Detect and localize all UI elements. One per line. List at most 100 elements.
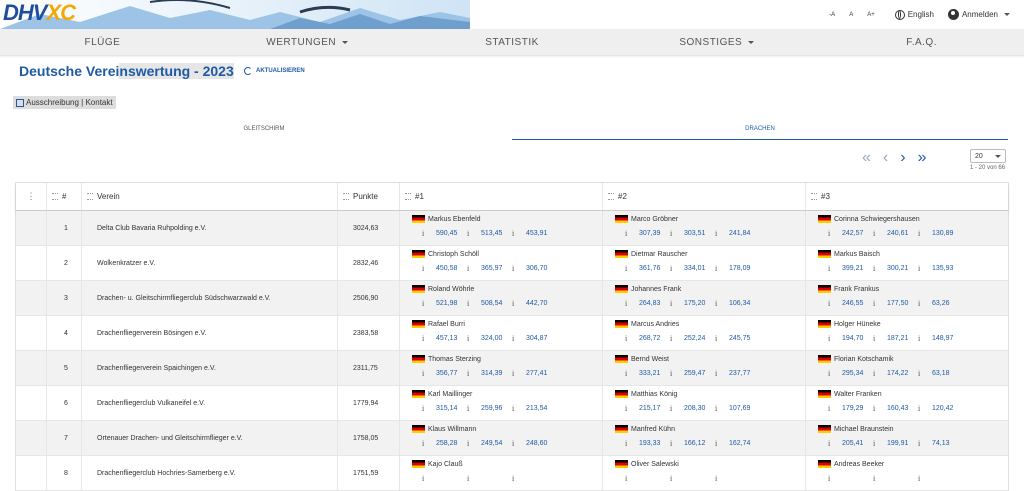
flight-score[interactable]: 521,98: [436, 300, 457, 307]
flight-info-icon[interactable]: i: [873, 299, 887, 308]
tender-link[interactable]: Ausschreibung |: [26, 98, 83, 107]
header-pilot-1[interactable]: #1: [400, 183, 603, 210]
flight-info-icon[interactable]: i: [512, 474, 526, 483]
flight-info-icon[interactable]: i: [467, 264, 481, 273]
flight-info-icon[interactable]: i: [918, 369, 932, 378]
flight-score[interactable]: 295,34: [842, 370, 863, 377]
flight-info-icon[interactable]: i: [625, 369, 639, 378]
flight-info-icon[interactable]: i: [467, 229, 481, 238]
flight-score[interactable]: 442,70: [526, 300, 547, 307]
flight-info-icon[interactable]: i: [422, 474, 436, 483]
flight-score[interactable]: 314,39: [481, 370, 502, 377]
pilot-name[interactable]: Kajo Clauß: [428, 461, 463, 468]
pilot-name[interactable]: Rafael Burri: [428, 321, 465, 328]
pilot-name[interactable]: Marcus Andries: [631, 321, 679, 328]
pilot-name[interactable]: Holger Hüneke: [834, 321, 881, 328]
flight-info-icon[interactable]: i: [512, 369, 526, 378]
flight-score[interactable]: 63,26: [932, 300, 950, 307]
flight-info-icon[interactable]: i: [828, 334, 842, 343]
flight-score[interactable]: 179,29: [842, 405, 863, 412]
flight-info-icon[interactable]: i: [715, 369, 729, 378]
club-cell[interactable]: Drachenfliegerclub Hochries-Samerberg e.…: [82, 456, 338, 490]
flight-score[interactable]: 252,24: [684, 335, 705, 342]
flight-score[interactable]: 160,43: [887, 405, 908, 412]
flight-info-icon[interactable]: i: [715, 264, 729, 273]
flight-score[interactable]: 324,00: [481, 335, 502, 342]
flight-info-icon[interactable]: i: [828, 229, 842, 238]
pilot-name[interactable]: Frank Frankus: [834, 286, 879, 293]
flight-info-icon[interactable]: i: [422, 404, 436, 413]
table-row[interactable]: 1 Delta Club Bavaria Ruhpolding e.V. 3024,…: [16, 211, 1008, 246]
flight-score[interactable]: 130,89: [932, 230, 953, 237]
flight-score[interactable]: 334,01: [684, 265, 705, 272]
flight-info-icon[interactable]: i: [670, 404, 684, 413]
pilot-name[interactable]: Michael Braunstein: [834, 426, 894, 433]
flight-info-icon[interactable]: i: [873, 369, 887, 378]
flight-info-icon[interactable]: i: [715, 439, 729, 448]
flight-score[interactable]: 356,77: [436, 370, 457, 377]
header-pilot-3[interactable]: #3: [806, 183, 1008, 210]
flight-info-icon[interactable]: i: [670, 474, 684, 483]
flight-score[interactable]: 513,45: [481, 230, 502, 237]
font-smaller-button[interactable]: -A: [829, 12, 835, 18]
table-row[interactable]: 4 Drachenfliegerverein Bösingen e.V. 2383,…: [16, 316, 1008, 351]
header-club[interactable]: Verein: [82, 183, 338, 210]
flight-info-icon[interactable]: i: [715, 299, 729, 308]
flight-score[interactable]: 361,76: [639, 265, 660, 272]
flight-info-icon[interactable]: i: [512, 439, 526, 448]
flight-info-icon[interactable]: i: [828, 369, 842, 378]
flight-info-icon[interactable]: i: [918, 264, 932, 273]
flight-info-icon[interactable]: i: [422, 439, 436, 448]
flight-info-icon[interactable]: i: [828, 299, 842, 308]
flight-info-icon[interactable]: i: [873, 264, 887, 273]
table-row[interactable]: 2 Wolkenkratzer e.V. 2832,46 Christoph Schö…: [16, 246, 1008, 281]
flight-score[interactable]: 213,54: [526, 405, 547, 412]
club-cell[interactable]: Drachenfliegerverein Spaichingen e.V.: [82, 351, 338, 385]
pilot-name[interactable]: Oliver Salewski: [631, 461, 679, 468]
flight-score[interactable]: 241,84: [729, 230, 750, 237]
font-larger-button[interactable]: A+: [867, 12, 875, 18]
flight-info-icon[interactable]: i: [512, 299, 526, 308]
flight-info-icon[interactable]: i: [512, 229, 526, 238]
flight-score[interactable]: 174,22: [887, 370, 908, 377]
flight-score[interactable]: 249,54: [481, 440, 502, 447]
flight-info-icon[interactable]: i: [512, 404, 526, 413]
pilot-name[interactable]: Markus Ebenfeld: [428, 216, 481, 223]
flight-score[interactable]: 315,14: [436, 405, 457, 412]
font-normal-button[interactable]: A: [849, 12, 853, 18]
flight-info-icon[interactable]: i: [467, 299, 481, 308]
flight-score[interactable]: 205,41: [842, 440, 863, 447]
pilot-name[interactable]: Walter Franken: [834, 391, 882, 398]
flight-score[interactable]: 258,28: [436, 440, 457, 447]
pilot-name[interactable]: Marco Gröbner: [631, 216, 678, 223]
flight-score[interactable]: 590,45: [436, 230, 457, 237]
flight-score[interactable]: 277,41: [526, 370, 547, 377]
flight-info-icon[interactable]: i: [422, 334, 436, 343]
table-row[interactable]: 3 Drachen- u. Gleitschirmfliegerclub Süds…: [16, 281, 1008, 316]
pilot-name[interactable]: Dietmar Rauscher: [631, 251, 687, 258]
club-cell[interactable]: Drachenfliegerclub Vulkaneifel e.V.: [82, 386, 338, 420]
flight-info-icon[interactable]: i: [625, 404, 639, 413]
dhv-xc-logo[interactable]: DHVXC: [3, 0, 76, 26]
pilot-name[interactable]: Christoph Schöll: [428, 251, 479, 258]
pilot-name[interactable]: Corinna Schwiegershausen: [834, 216, 920, 223]
flight-score[interactable]: 259,96: [481, 405, 502, 412]
flight-info-icon[interactable]: i: [422, 369, 436, 378]
club-cell[interactable]: Delta Club Bavaria Ruhpolding e.V.: [82, 211, 338, 245]
nav-fluege[interactable]: FLÜGE: [0, 29, 205, 55]
flight-info-icon[interactable]: i: [512, 334, 526, 343]
flight-info-icon[interactable]: i: [873, 334, 887, 343]
contact-link[interactable]: Kontakt: [85, 98, 112, 107]
flight-info-icon[interactable]: i: [828, 439, 842, 448]
language-switch[interactable]: English: [894, 9, 934, 20]
flight-info-icon[interactable]: i: [467, 334, 481, 343]
flight-score[interactable]: 304,87: [526, 335, 547, 342]
flight-score[interactable]: 457,13: [436, 335, 457, 342]
flight-score[interactable]: 248,60: [526, 440, 547, 447]
pilot-name[interactable]: Klaus Willmann: [428, 426, 476, 433]
refresh-button[interactable]: AKTUALISIEREN: [244, 67, 305, 75]
flight-score[interactable]: 74,13: [932, 440, 950, 447]
pilot-name[interactable]: Bernd Weist: [631, 356, 669, 363]
pilot-name[interactable]: Matthias König: [631, 391, 677, 398]
login-menu[interactable]: Anmelden: [947, 9, 1010, 20]
